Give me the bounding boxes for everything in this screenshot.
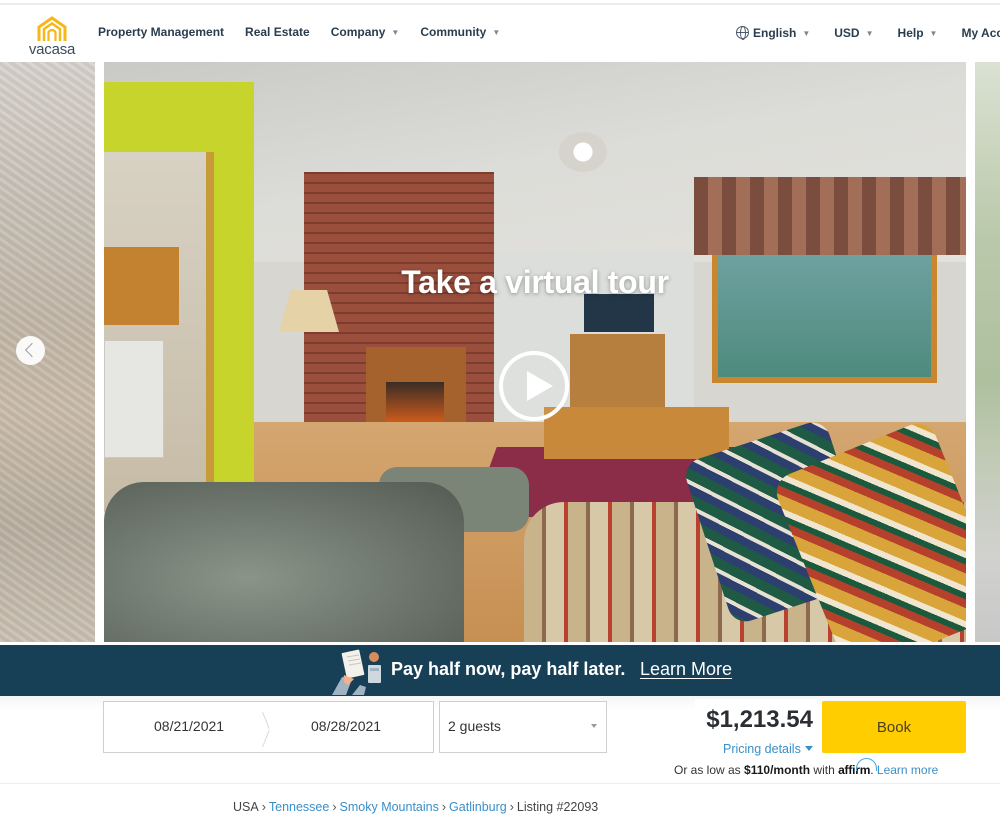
nav-label: Community	[420, 25, 487, 39]
my-account-menu[interactable]: My Acc	[961, 26, 1000, 40]
banner-learn-more-link[interactable]: Learn More	[640, 659, 732, 680]
account-label: My Acc	[961, 26, 1000, 40]
site-header: vacasa Property Management Real Estate C…	[0, 5, 1000, 62]
breadcrumb-separator: ›	[509, 800, 514, 814]
date-separator-chevron	[262, 712, 263, 746]
breadcrumb-smoky-mountains[interactable]: Smoky Mountains	[340, 800, 439, 814]
affirm-with: with	[810, 763, 839, 777]
price-summary: $1,213.54 Pricing details	[695, 699, 817, 757]
affirm-logo: affirm	[838, 763, 871, 777]
caret-down-icon: ▼	[865, 28, 874, 38]
breadcrumb-separator: ›	[332, 800, 337, 814]
nav-label: Company	[330, 25, 386, 39]
language-selector[interactable]: English ▼	[736, 26, 810, 40]
booking-bar: 08/21/2021 08/28/2021 2 guests $1,213.54…	[0, 696, 1000, 784]
check-out-date[interactable]: 08/28/2021	[311, 718, 381, 734]
book-button[interactable]: Book	[822, 701, 966, 753]
total-price: $1,213.54	[706, 706, 813, 733]
nav-company[interactable]: Company ▼	[331, 25, 400, 39]
pricing-details-label: Pricing details	[723, 742, 801, 756]
check-in-date[interactable]: 08/21/2021	[154, 718, 224, 734]
virtual-tour-title: Take a virtual tour	[401, 264, 669, 300]
vacasa-logo[interactable]: vacasa	[26, 16, 78, 58]
logo-text: vacasa	[28, 41, 76, 58]
breadcrumb-tennessee[interactable]: Tennessee	[269, 800, 329, 814]
caret-down-icon	[591, 724, 597, 728]
next-slide-photo[interactable]	[975, 62, 1000, 642]
help-menu[interactable]: Help ▼	[898, 26, 938, 40]
nav-real-estate[interactable]: Real Estate	[245, 25, 310, 39]
nav-label: Real Estate	[245, 25, 310, 39]
guests-select[interactable]: 2 guests	[439, 701, 607, 753]
play-icon[interactable]	[499, 351, 569, 421]
language-label: English	[753, 26, 797, 40]
affirm-monthly-amount: $110/month	[744, 763, 811, 777]
affirm-prefix: Or as low as	[674, 763, 745, 777]
breadcrumb: USA › Tennessee › Smoky Mountains › Gatlinburg…	[233, 800, 598, 814]
chevron-left-icon[interactable]	[16, 336, 45, 365]
main-nav: Property Management Real Estate Company …	[98, 25, 500, 39]
utility-nav: English ▼ USD ▼ Help ▼ My Acc	[736, 26, 1000, 40]
breadcrumb-gatlinburg[interactable]: Gatlinburg	[449, 800, 507, 814]
banner-text: Pay half now, pay half later.	[391, 659, 626, 679]
caret-down-icon	[804, 746, 813, 751]
caret-down-icon: ▼	[929, 28, 938, 38]
payment-illustration-icon	[332, 649, 381, 695]
breadcrumb-usa: USA	[233, 800, 259, 814]
nav-property-management[interactable]: Property Management	[98, 25, 224, 39]
guests-value: 2 guests	[448, 718, 501, 734]
breadcrumb-listing: Listing #22093	[516, 800, 599, 814]
caret-down-icon: ▼	[391, 27, 400, 37]
house-logo-icon	[37, 16, 67, 41]
pricing-details-toggle[interactable]: Pricing details	[723, 742, 813, 756]
previous-slide-photo[interactable]	[0, 62, 95, 642]
breadcrumb-separator: ›	[261, 800, 266, 814]
caret-down-icon: ▼	[492, 27, 501, 37]
caret-down-icon: ▼	[802, 28, 811, 38]
photo-gallery: Take a virtual tour	[0, 62, 1000, 642]
currency-label: USD	[834, 26, 860, 40]
help-label: Help	[897, 26, 924, 40]
affirm-learn-more-link[interactable]: Learn more	[877, 763, 938, 777]
nav-label: Property Management	[98, 25, 225, 39]
globe-icon	[736, 26, 749, 40]
date-range-picker[interactable]: 08/21/2021 08/28/2021	[103, 701, 434, 753]
currency-selector[interactable]: USD ▼	[834, 26, 873, 40]
breadcrumb-separator: ›	[441, 800, 447, 814]
main-slide-photo[interactable]: Take a virtual tour	[104, 62, 966, 642]
pay-half-banner: Pay half now, pay half later. Learn More	[0, 645, 1000, 696]
nav-community[interactable]: Community ▼	[420, 25, 500, 39]
affirm-financing-note: Or as low as $110/month with affirm. Lea…	[674, 763, 938, 777]
